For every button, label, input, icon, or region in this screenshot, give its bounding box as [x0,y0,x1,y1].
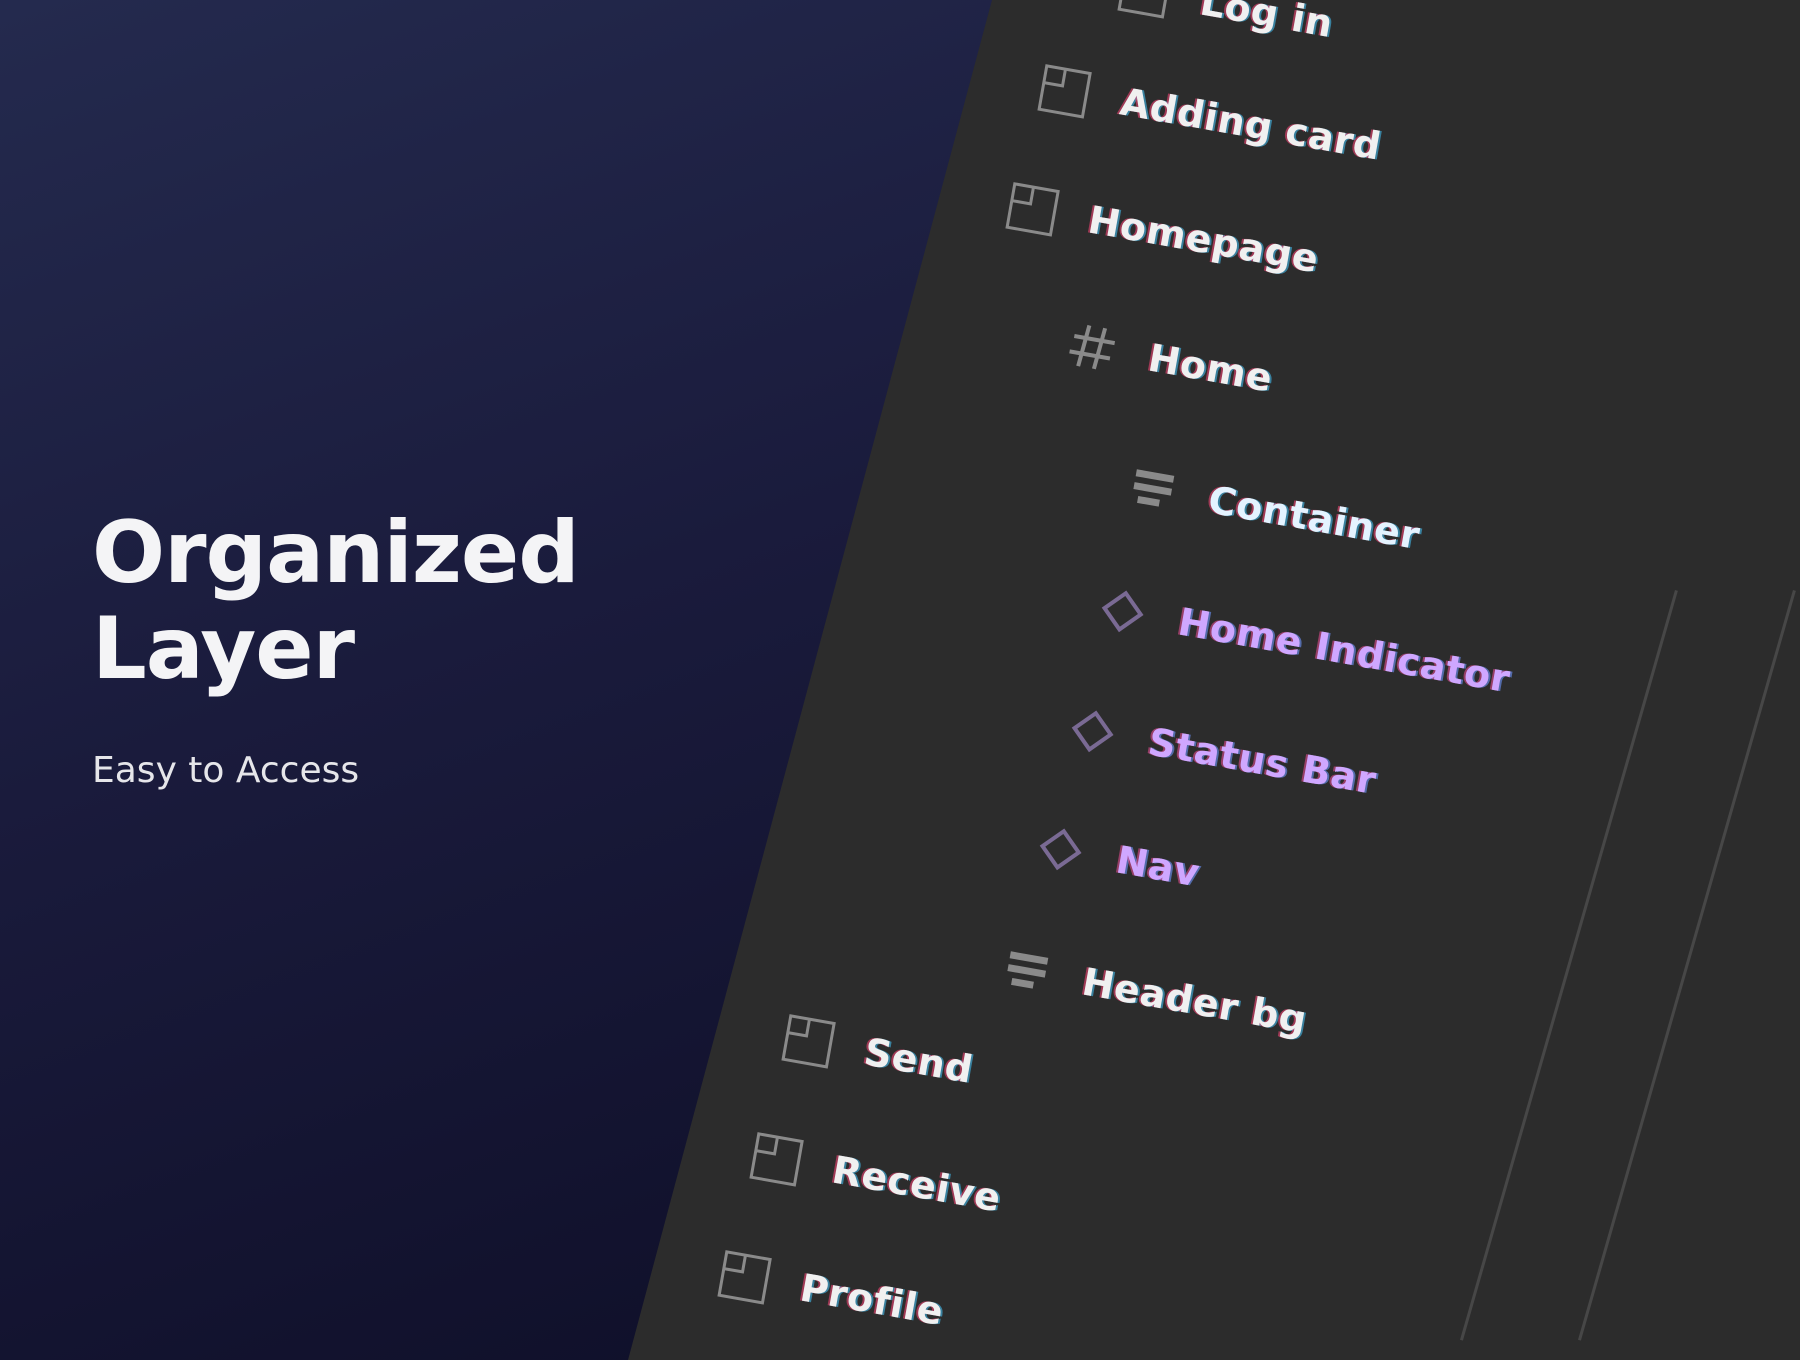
layer-label: Profile [796,1265,947,1335]
layer-label: Adding card [1116,79,1385,169]
component-icon [1094,582,1152,640]
layer-label: Receive [828,1147,1005,1221]
layer-row-homepage[interactable]: Homepage [1004,180,1323,284]
layer-label: Container [1204,477,1424,559]
layer-row-profile[interactable]: Profile [716,1248,948,1337]
layer-row-send[interactable]: Send [780,1012,977,1094]
layer-label: Status Bar [1144,719,1380,803]
layer-label: Send [860,1029,977,1092]
component-icon [1032,820,1090,878]
frame-icon [1116,0,1174,20]
layer-row-adding-card[interactable]: Adding card [1036,62,1385,171]
layer-label: Home [1144,335,1276,401]
layer-row-home[interactable]: Home [1064,318,1277,403]
frame-icon [716,1248,774,1306]
frame-icon [780,1012,838,1070]
autolayout-icon [998,942,1056,1000]
frame-icon [748,1130,806,1188]
layer-row-status-bar[interactable]: Status Bar [1064,702,1381,806]
layer-label: Home Indicator [1174,599,1514,702]
layer-label: Log in [1196,0,1337,47]
frame-icon [1004,180,1062,238]
layer-label: Nav [1112,837,1204,896]
autolayout-icon [1124,460,1182,518]
layer-row-nav[interactable]: Nav [1032,820,1204,898]
hash-icon [1064,318,1122,376]
layer-label: Homepage [1084,197,1323,282]
frame-icon [1036,62,1094,120]
layer-row-header-bg[interactable]: Header bg [998,942,1311,1045]
layer-row-receive[interactable]: Receive [748,1130,1005,1223]
layer-row-container[interactable]: Container [1124,460,1424,561]
stage: Organized Layer Easy to Access Log in Ad… [0,0,1800,1360]
layer-list: Log in Adding card Homepage Home Contain [0,0,1800,1360]
component-icon [1064,702,1122,760]
layer-label: Header bg [1078,959,1311,1043]
layer-row-log-in[interactable]: Log in [1116,0,1337,49]
layer-row-home-indicator[interactable]: Home Indicator [1094,582,1514,704]
